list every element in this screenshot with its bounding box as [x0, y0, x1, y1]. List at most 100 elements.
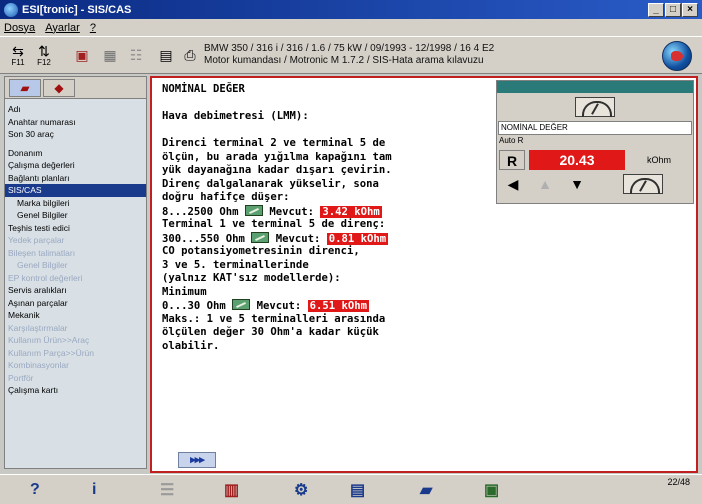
sidebar-item[interactable]: Yedek parçalar — [5, 234, 146, 247]
paragraph-3: Maks.: 1 ve 5 terminalleri arasında ölçül… — [162, 313, 484, 354]
reading-row-3: 0...30 Ohm Mevcut: 6.51 kOhm — [162, 299, 484, 313]
range-button[interactable]: R — [499, 150, 525, 170]
car-icon: ▰ — [20, 81, 30, 95]
f11-label: F11 — [11, 57, 25, 67]
sidebar-item[interactable]: Donanım — [5, 147, 146, 160]
car-button[interactable]: ▰ — [420, 479, 432, 501]
meter-icon[interactable] — [232, 299, 251, 310]
content-frame: NOMİNAL DEĞER Hava debimetresi (LMM): Di… — [150, 76, 698, 473]
tools-icon: ⚙ — [294, 482, 309, 499]
list-button[interactable]: ☰ — [160, 479, 174, 501]
sidebar-item[interactable]: Adı — [5, 103, 146, 116]
table-icon: ☷ — [129, 47, 143, 63]
meter-value: 20.43 — [529, 150, 625, 170]
meter-unit: kOhm — [646, 155, 671, 165]
arrow-up-icon[interactable]: ▲ — [529, 176, 561, 192]
paragraph-2: CO potansiyometresinin direnci, 3 ve 5. t… — [162, 245, 484, 299]
measure-button[interactable]: ▣ — [484, 479, 499, 501]
menu-help[interactable]: ? — [90, 22, 96, 34]
title-bar: ESI[tronic] - SIS/CAS _ □ × — [0, 0, 702, 19]
sidebar-item[interactable]: Son 30 araç — [5, 128, 146, 141]
meter-icon[interactable] — [244, 204, 263, 216]
meter-panel: NOMİNAL DEĞER Auto R R 20.43 kOhm ◀ ▲ ▼ — [496, 80, 694, 204]
content-heading: NOMİNAL DEĞER — [162, 83, 245, 95]
parts-icon: ◆ — [54, 81, 64, 95]
text-line: 3 ve 5. terminallerinde — [162, 258, 309, 271]
measured-value-1: 3.42 kOhm — [320, 205, 382, 218]
bottom-bar: ? i ☰ ▥ ⚙ ▤ ▰ ▣ 22/48 — [0, 474, 702, 504]
range-1: 8...2500 Ohm — [162, 205, 239, 218]
tool-button-2[interactable]: ▦ — [98, 42, 122, 68]
maximize-button[interactable]: □ — [665, 2, 681, 17]
meter-icon[interactable] — [251, 231, 270, 243]
sidebar-item[interactable]: EP kontrol değerleri — [5, 272, 146, 285]
current-label-2: Mevcut: — [275, 232, 321, 245]
doc-icon: ▤ — [350, 482, 366, 499]
sidebar-item[interactable]: Servis aralıkları — [5, 284, 146, 297]
sidebar-item[interactable]: Marka bilgileri — [5, 197, 146, 210]
menu-settings[interactable]: Ayarlar — [45, 22, 80, 34]
printer-icon: ⎙ — [184, 47, 196, 63]
sidebar-item[interactable]: Anahtar numarası — [5, 116, 146, 129]
sidebar-item[interactable]: Kullanım Ürün>>Araç — [5, 334, 146, 347]
grid-icon: ▦ — [103, 47, 117, 63]
reading-row-2: 300...550 Ohm Mevcut: 0.81 kOhm — [162, 231, 484, 246]
meter-mode: Auto R — [499, 136, 524, 145]
minimize-button[interactable]: _ — [648, 2, 664, 17]
sidebar-item[interactable]: Portför — [5, 372, 146, 385]
sidebar-item[interactable]: Genel Bilgiler — [5, 209, 146, 222]
text-panel: NOMİNAL DEĞER Hava debimetresi (LMM): Di… — [154, 80, 492, 450]
list-icon: ☰ — [160, 482, 175, 499]
text-line: (yalnız KAT'sız modellerde): — [162, 272, 341, 284]
sidebar: ▰ ◆ Adı Anahtar numarası Son 30 araç Donanı… — [4, 76, 147, 469]
gauge-icon[interactable] — [575, 97, 615, 117]
vehicle-line-2: Motor kumandası / Motronic M 1.7.2 / SIS… — [204, 55, 484, 66]
sidebar-item[interactable]: Çalışma kartı — [5, 384, 146, 397]
diagram-button[interactable]: ▥ — [224, 479, 239, 501]
text-line: Direnci terminal 2 ve terminal 5 de — [162, 137, 386, 149]
sidebar-item[interactable]: Teşhis testi edici — [5, 222, 146, 235]
text-line: CO potansiyometresinin direnci, — [162, 245, 360, 257]
info-button[interactable]: i — [92, 479, 96, 501]
back-button[interactable]: ⇆ F11 — [6, 42, 30, 68]
arrow-left-icon[interactable]: ◀ — [497, 176, 529, 193]
next-page-button[interactable]: ▸▸▸ — [178, 452, 216, 468]
toolbar: ⇆ F11 ⇅ F12 ▣ ▦ ☷ ▤ ⎙ BMW 350 / 316 i / … — [0, 36, 702, 74]
doc-button[interactable]: ▤ — [350, 479, 365, 501]
vehicle-line-1: BMW 350 / 316 i / 316 / 1.6 / 75 kW / 09… — [204, 43, 495, 54]
document-button[interactable]: ▤ — [154, 42, 178, 68]
help-button[interactable]: ? — [30, 479, 40, 501]
sidebar-item[interactable]: Genel Bilgiler — [5, 259, 146, 272]
reading-row-1: 8...2500 Ohm Mevcut: 3.42 kOhm — [162, 204, 484, 219]
sidebar-item[interactable]: Kombinasyonlar — [5, 359, 146, 372]
sidebar-item[interactable]: Mekanik — [5, 309, 146, 322]
close-button[interactable]: × — [682, 2, 698, 17]
car-bottom-icon: ▰ — [420, 482, 433, 499]
vehicle-info: BMW 350 / 316 i / 316 / 1.6 / 75 kW / 09… — [204, 43, 494, 67]
tab-car[interactable]: ▰ — [9, 79, 41, 97]
tools-button[interactable]: ⚙ — [294, 479, 308, 501]
sidebar-item[interactable]: Kullanım Parça>>Ürün — [5, 347, 146, 360]
menu-file[interactable]: Dosya — [4, 22, 35, 34]
globe-icon[interactable] — [662, 41, 692, 71]
document-icon: ▤ — [159, 47, 173, 63]
tool-button-3[interactable]: ☷ — [124, 42, 148, 68]
app-icon — [4, 2, 18, 17]
tool-button-1[interactable]: ▣ — [70, 42, 94, 68]
tab-parts[interactable]: ◆ — [43, 79, 75, 97]
forward-button[interactable]: ⇅ F12 — [32, 42, 56, 68]
terminal-text: Terminal 1 ve terminal 5 de direnç: — [162, 218, 386, 230]
sidebar-item[interactable]: Çalışma değerleri — [5, 159, 146, 172]
sidebar-item[interactable]: Karşılaştırmalar — [5, 322, 146, 335]
page-counter: 22/48 — [667, 477, 690, 487]
arrow-down-icon[interactable]: ▼ — [561, 176, 593, 192]
sidebar-item[interactable]: Bağlantı planları — [5, 172, 146, 185]
print-button[interactable]: ⎙ — [178, 42, 202, 68]
gauge-small-icon[interactable] — [623, 174, 663, 194]
sidebar-item[interactable]: SIS/CAS — [5, 184, 146, 197]
sidebar-item[interactable]: Aşınan parçalar — [5, 297, 146, 310]
sidebar-item[interactable]: Bileşen talimatları — [5, 247, 146, 260]
window-title: ESI[tronic] - SIS/CAS — [22, 3, 132, 16]
range-2: 300...550 Ohm — [162, 232, 245, 245]
menu-bar: Dosya Ayarlar ? — [0, 19, 702, 36]
